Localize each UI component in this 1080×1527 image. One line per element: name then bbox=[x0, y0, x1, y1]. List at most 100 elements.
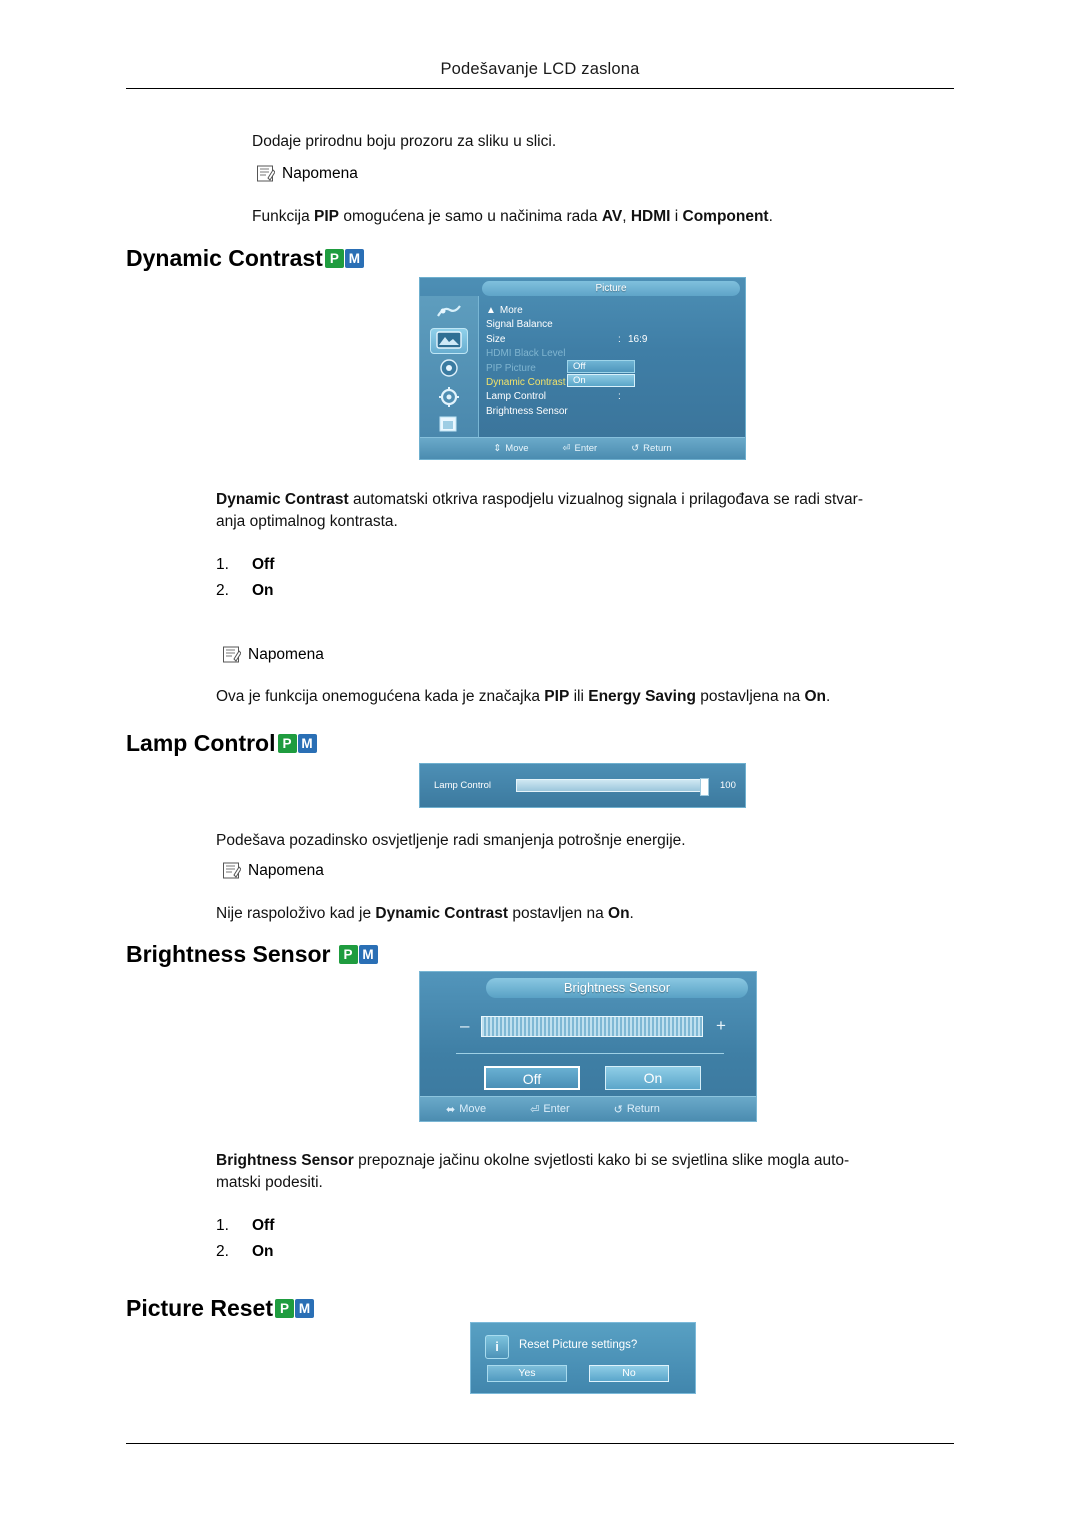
page-header: Podešavanje LCD zaslona bbox=[440, 60, 640, 78]
badge-group: P M bbox=[338, 945, 378, 964]
footer-enter[interactable]: ⏎ Enter bbox=[530, 1103, 570, 1116]
brightness-off-button[interactable]: Off bbox=[484, 1066, 580, 1090]
list-number: 2. bbox=[216, 1243, 229, 1260]
text-fragment: . bbox=[826, 688, 831, 705]
note-label: Napomena bbox=[282, 164, 358, 182]
osd-option-on[interactable]: On bbox=[567, 374, 635, 387]
reset-message: Reset Picture settings? bbox=[519, 1339, 638, 1351]
multicontrol-icon[interactable] bbox=[430, 412, 468, 438]
minus-icon[interactable]: – bbox=[460, 1016, 469, 1036]
text-fragment: postavljen na bbox=[508, 905, 609, 922]
osd-picture-menu: Picture ▲ More Signal Balance Size: 16:… bbox=[419, 277, 746, 460]
footer-move[interactable]: ⬌ Move bbox=[446, 1103, 486, 1116]
picture-icon[interactable] bbox=[430, 328, 468, 354]
badge-m: M bbox=[344, 249, 364, 268]
reset-yes-button[interactable]: Yes bbox=[487, 1365, 567, 1382]
badge-p: P bbox=[338, 945, 358, 964]
text-fragment: . bbox=[629, 905, 634, 922]
heading-brightness-sensor: Brightness Sensor P M bbox=[126, 941, 378, 968]
osd-item-size[interactable]: Size : 16:9 bbox=[486, 333, 741, 347]
text-fragment: matski podesiti. bbox=[216, 1174, 323, 1191]
text-bold: On bbox=[804, 688, 827, 705]
lamp-slider-handle[interactable] bbox=[700, 778, 709, 796]
heading-label: Brightness Sensor bbox=[126, 941, 331, 967]
badge-m: M bbox=[358, 945, 378, 964]
heading-label: Dynamic Contrast bbox=[126, 245, 323, 271]
text-fragment: prepoznaje jačinu okolne svjetlosti kako… bbox=[353, 1152, 850, 1169]
note-block-lamp-control: Napomena bbox=[222, 861, 324, 880]
list-item: 1. Off bbox=[216, 552, 274, 578]
osd-footer: ⇕ Move ⏎ Enter ↺ Return bbox=[420, 437, 745, 459]
divider bbox=[456, 1053, 724, 1054]
text-fragment: Ova je funkcija onemogućena kada je znač… bbox=[216, 688, 545, 705]
heading-picture-reset: Picture Reset P M bbox=[126, 1295, 315, 1322]
lamp-control-note-text: Nije raspoloživo kad je Dynamic Contrast… bbox=[216, 903, 634, 925]
badge-m: M bbox=[297, 734, 317, 753]
osd-item-label: More bbox=[499, 305, 523, 316]
heading-label: Picture Reset bbox=[126, 1295, 274, 1321]
osd-item-label: Signal Balance bbox=[486, 319, 553, 331]
dynamic-contrast-description: Dynamic Contrast automatski otkriva rasp… bbox=[216, 489, 956, 533]
list-value: Off bbox=[252, 1217, 275, 1234]
text-bold: HDMI bbox=[630, 208, 671, 225]
sound-icon[interactable] bbox=[430, 356, 468, 382]
list-item: 1. Off bbox=[216, 1213, 274, 1239]
reset-no-button[interactable]: No bbox=[589, 1365, 669, 1382]
text-fragment: ili bbox=[569, 688, 589, 705]
list-number: 2. bbox=[216, 582, 229, 599]
osd-lamp-control: Lamp Control 100 bbox=[419, 763, 746, 808]
footer-label: Return bbox=[626, 1103, 660, 1115]
osd-icon-column bbox=[420, 296, 479, 437]
heading-dynamic-contrast: Dynamic Contrast P M bbox=[126, 245, 364, 272]
lamp-value: 100 bbox=[720, 780, 736, 791]
brightness-on-button[interactable]: On bbox=[605, 1066, 701, 1090]
updown-arrow-icon: ⇕ bbox=[493, 443, 502, 454]
document-page: Podešavanje LCD zaslona Dodaje prirodnu … bbox=[0, 0, 1080, 1527]
lamp-control-description: Podešava pozadinsko osvjetljenje radi sm… bbox=[216, 832, 686, 849]
heading-label: Lamp Control bbox=[126, 730, 276, 756]
osd-item-signal-balance[interactable]: Signal Balance bbox=[486, 318, 741, 332]
badge-group: P M bbox=[275, 1299, 315, 1318]
note-label: Napomena bbox=[248, 645, 324, 663]
lamp-label: Lamp Control bbox=[434, 780, 492, 791]
leftright-arrow-icon: ⬌ bbox=[446, 1103, 456, 1116]
badge-p: P bbox=[277, 734, 297, 753]
note-icon bbox=[256, 164, 275, 183]
badge-m: M bbox=[295, 1299, 315, 1318]
osd-item-brightness-sensor[interactable]: Brightness Sensor bbox=[486, 405, 741, 419]
osd-option-off[interactable]: Off bbox=[567, 360, 635, 373]
header-divider bbox=[126, 88, 954, 89]
brightness-sensor-options: 1. Off 2. On bbox=[216, 1213, 274, 1265]
footer-move[interactable]: ⇕ Move bbox=[493, 443, 528, 454]
setup-icon[interactable] bbox=[430, 384, 468, 410]
text-fragment: . bbox=[768, 208, 773, 225]
enter-icon: ⏎ bbox=[562, 443, 571, 454]
osd-item-label: HDMI Black Level bbox=[486, 348, 566, 360]
osd-item-label: PIP Picture bbox=[486, 362, 536, 374]
footer-label: Enter bbox=[574, 443, 598, 454]
text-bold: Dynamic Contrast bbox=[375, 905, 509, 922]
note-icon bbox=[222, 645, 241, 664]
osd-brightness-sensor: Brightness Sensor – + Off On ⬌ Move ⏎ En… bbox=[419, 971, 757, 1122]
text-bold: PIP bbox=[544, 688, 570, 705]
osd-item-label: Brightness Sensor bbox=[486, 405, 568, 417]
footer-label: Return bbox=[643, 443, 672, 454]
lamp-slider[interactable] bbox=[516, 778, 709, 796]
osd-item-colon: : bbox=[618, 391, 621, 403]
dynamic-contrast-options: 1. Off 2. On bbox=[216, 552, 274, 604]
footer-enter[interactable]: ⏎ Enter bbox=[563, 443, 598, 454]
osd-picture-reset-dialog: i Reset Picture settings? Yes No bbox=[470, 1322, 696, 1394]
footer-return[interactable]: ↺ Return bbox=[631, 443, 671, 454]
text-fragment: i bbox=[670, 208, 683, 225]
footer-label: Move bbox=[459, 1103, 487, 1115]
footer-return[interactable]: ↺ Return bbox=[614, 1103, 660, 1116]
osd-item-value: 16:9 bbox=[628, 333, 648, 345]
input-icon[interactable] bbox=[430, 300, 468, 326]
list-number: 1. bbox=[216, 1217, 229, 1234]
osd-item-lamp-control[interactable]: Lamp Control : bbox=[486, 390, 741, 404]
plus-icon[interactable]: + bbox=[716, 1016, 726, 1036]
brightness-level-bar[interactable] bbox=[481, 1016, 703, 1037]
osd-item-more[interactable]: ▲ More bbox=[486, 304, 741, 318]
badge-p: P bbox=[275, 1299, 295, 1318]
list-item: 2. On bbox=[216, 1239, 274, 1265]
